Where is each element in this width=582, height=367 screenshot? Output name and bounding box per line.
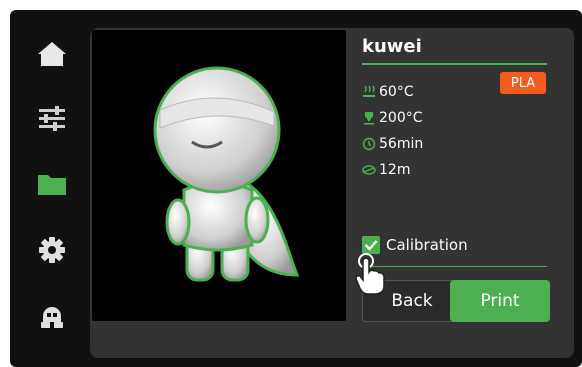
material-badge: PLA <box>500 72 546 94</box>
home-icon <box>38 42 66 66</box>
print-button[interactable]: Print <box>450 280 550 322</box>
gear-icon <box>39 237 65 263</box>
title-divider <box>362 63 547 65</box>
filament-row: 12m <box>362 162 410 178</box>
nozzle-icon <box>364 112 374 125</box>
nav-settings[interactable] <box>28 226 76 274</box>
bed-temp-row: 60°C <box>362 84 414 100</box>
filament-length-value: 12m <box>379 162 411 178</box>
sliders-icon <box>39 106 65 131</box>
filament-icon <box>362 165 376 175</box>
nozzle-temp-row: 200°C <box>362 110 423 126</box>
robot-icon <box>41 307 63 328</box>
nav-assistant[interactable] <box>28 292 76 340</box>
heated-bed-icon <box>363 85 375 97</box>
model-preview <box>92 30 346 321</box>
folder-icon <box>38 175 66 195</box>
nav-adjust[interactable] <box>28 94 76 142</box>
duration-value: 56min <box>379 136 424 152</box>
nav-home[interactable] <box>28 30 76 78</box>
clock-icon <box>362 137 376 151</box>
file-name: kuwei <box>362 36 422 57</box>
nav-files[interactable] <box>28 160 76 208</box>
checkmark-icon <box>364 240 378 251</box>
bed-temp-value: 60°C <box>379 84 414 100</box>
calibration-divider <box>362 266 547 267</box>
model-thumbnail-image <box>153 66 300 282</box>
nozzle-temp-value: 200°C <box>379 110 423 126</box>
calibration-label: Calibration <box>386 236 468 254</box>
touch-hand-icon <box>354 252 388 300</box>
duration-row: 56min <box>362 136 423 152</box>
